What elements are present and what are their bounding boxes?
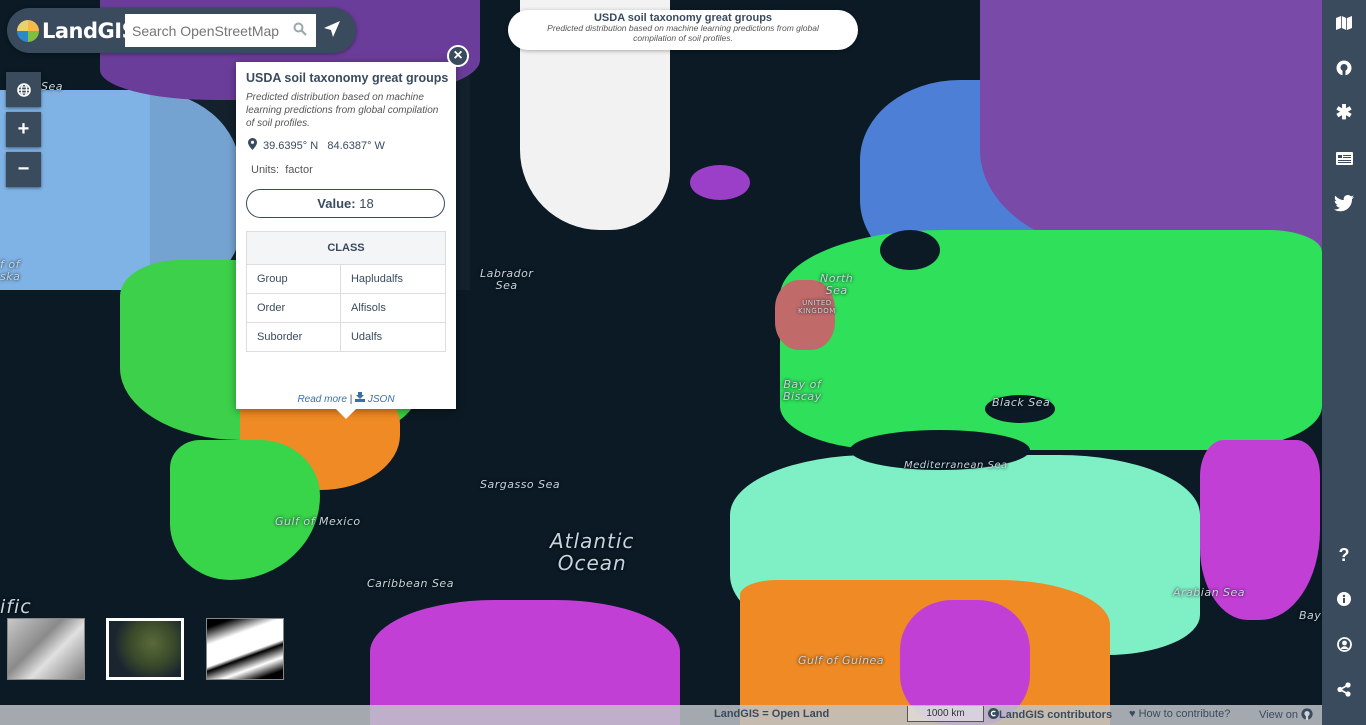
units-value: factor <box>285 164 313 176</box>
json-link-text: JSON <box>367 394 395 405</box>
value-label: Value: <box>317 196 356 211</box>
label-north-sea: North Sea <box>820 272 854 298</box>
map-scale: 1000 km <box>907 706 984 722</box>
link-separator: | <box>349 394 353 405</box>
label-gulf-of-mexico: Gulf of Mexico <box>275 515 361 528</box>
zoom-out-button[interactable]: − <box>6 152 41 187</box>
map-icon[interactable] <box>1322 8 1366 38</box>
label-gulf-of-guinea: Gulf of Guinea <box>798 654 885 667</box>
footer-tagline: LandGIS = Open Land <box>714 708 830 720</box>
units-label: Units: <box>251 164 280 176</box>
row-key: Order <box>246 293 341 323</box>
label-atlantic-ocean: Atlantic Ocean <box>550 529 635 575</box>
share-icon[interactable] <box>1322 674 1366 704</box>
download-icon <box>355 392 366 402</box>
zoom-in-button[interactable]: + <box>6 112 41 147</box>
label-pacific-fragment: ific <box>0 596 32 618</box>
label-bay-of-biscay: Bay of Biscay <box>783 378 822 404</box>
json-link[interactable]: JSON <box>355 392 395 405</box>
popup-description: Predicted distribution based on machine … <box>246 92 439 129</box>
mexico <box>170 440 320 580</box>
read-more-link[interactable]: Read more <box>297 394 346 405</box>
globe-button[interactable] <box>6 72 41 107</box>
attribution[interactable]: LandGIS contributors <box>988 708 1112 721</box>
info-popup: USDA soil taxonomy great groups Predicte… <box>236 62 456 419</box>
search-input[interactable] <box>125 14 316 47</box>
landgis-logo[interactable]: LandGIS <box>17 19 137 43</box>
class-table-header: CLASS <box>246 231 446 265</box>
coordinates-text: 39.6395° N 84.6387° W <box>263 140 385 152</box>
label-sargasso-sea: Sargasso Sea <box>480 478 561 491</box>
table-row: Group Hapludalfs <box>246 264 447 294</box>
twitter-icon[interactable] <box>1322 188 1366 218</box>
table-row: Order Alfisols <box>246 293 447 323</box>
row-value: Hapludalfs <box>339 264 447 294</box>
row-key: Suborder <box>246 322 341 352</box>
value-number: 18 <box>359 196 374 211</box>
basemap-terrain-thumb[interactable] <box>7 618 85 680</box>
row-key: Group <box>246 264 341 294</box>
class-table: CLASS Group Hapludalfs Order Alfisols Subo… <box>246 231 447 352</box>
label-caribbean-sea: Caribbean Sea <box>367 577 454 590</box>
basemap-satellite-thumb[interactable] <box>106 618 184 680</box>
label-bay-fragment: Bay <box>1299 609 1322 622</box>
label-mediterranean-sea: Mediterranean Sea <box>904 460 1008 471</box>
user-icon[interactable] <box>1322 629 1366 659</box>
footer-bar: LandGIS = Open Land 1000 km LandGIS cont… <box>0 705 1322 725</box>
search-bar: LandGIS <box>7 8 356 53</box>
label-black-sea: Black Sea <box>992 396 1051 409</box>
search-icon[interactable] <box>293 22 307 40</box>
value-badge: Value: 18 <box>246 189 445 218</box>
info-icon[interactable] <box>1322 584 1366 614</box>
sea-mask-baltic <box>880 230 940 270</box>
asterisk-icon[interactable]: ✱ <box>1322 97 1366 127</box>
github-icon <box>1301 708 1313 720</box>
newspaper-icon[interactable] <box>1322 143 1366 173</box>
label-sea-fragment: Sea <box>41 80 63 93</box>
popup-coordinates: 39.6395° N 84.6387° W <box>248 138 385 152</box>
basemap-bw-thumb[interactable] <box>206 618 284 680</box>
popup-links: Read more | JSON <box>236 392 456 405</box>
github-icon[interactable] <box>1322 53 1366 83</box>
attribution-text: LandGIS contributors <box>999 709 1113 721</box>
iceland <box>690 165 750 200</box>
view-on-github-link[interactable]: View on <box>1259 708 1313 721</box>
label-arabian-sea: Arabian Sea <box>1173 586 1246 599</box>
popup-title: USDA soil taxonomy great groups <box>246 71 449 85</box>
landgis-globe-icon <box>17 20 39 42</box>
globe-icon <box>16 82 31 97</box>
russia <box>980 0 1322 250</box>
locate-arrow-icon[interactable] <box>323 20 345 42</box>
right-sidebar: ✱ ? <box>1322 0 1366 725</box>
question-icon[interactable]: ? <box>1322 540 1366 570</box>
label-labrador-sea: Labrador Sea <box>480 267 534 293</box>
label-uk: UNITED KINGDOM <box>798 299 836 315</box>
label-alaska-fragment: f of ska <box>0 258 21 284</box>
row-value: Alfisols <box>339 293 447 323</box>
table-row: Suborder Udalfs <box>246 322 447 352</box>
heart-icon: ♥ <box>1129 708 1136 720</box>
popup-units: Units: factor <box>251 164 313 176</box>
logo-text: LandGIS <box>42 19 137 43</box>
map-marker-icon <box>248 138 257 150</box>
layer-title-box: USDA soil taxonomy great groups Predicte… <box>508 10 858 50</box>
row-value: Udalfs <box>339 322 447 352</box>
view-on-text: View on <box>1259 709 1298 721</box>
layer-subtitle: Predicted distribution based on machine … <box>547 23 819 43</box>
contribute-text: How to contribute? <box>1138 708 1231 720</box>
map-canvas[interactable]: Atlantic Ocean Sargasso Sea Caribbean Se… <box>0 0 1322 725</box>
popup-close-button[interactable]: × <box>447 45 469 67</box>
eurasia <box>780 230 1322 450</box>
contribute-link[interactable]: ♥ How to contribute? <box>1129 708 1230 720</box>
copyright-icon <box>988 708 999 719</box>
